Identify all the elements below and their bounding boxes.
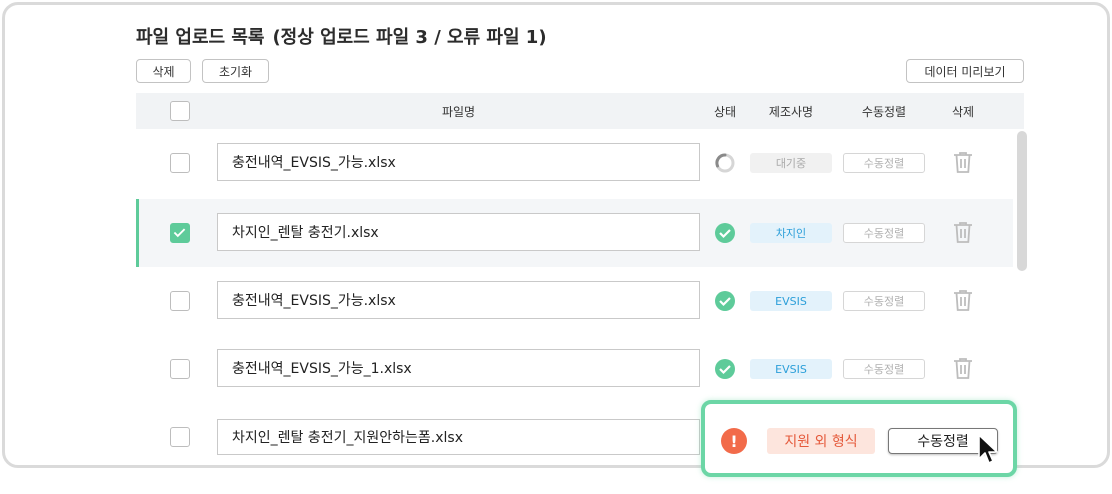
col-filename: 파일명 (441, 104, 476, 119)
manual-sort-button[interactable]: 수동정렬 (843, 153, 925, 173)
trash-icon[interactable] (952, 356, 974, 380)
col-delete: 삭제 (951, 104, 975, 119)
maker-tag: EVSIS (750, 291, 832, 311)
row-checkbox[interactable] (170, 153, 190, 173)
upload-panel: 파일 업로드 목록 (정상 업로드 파일 3 / 오류 파일 1) 삭제 초기화 … (2, 2, 1110, 468)
page-title: 파일 업로드 목록 (정상 업로드 파일 3 / 오류 파일 1) (136, 23, 547, 49)
data-preview-button[interactable]: 데이터 미리보기 (906, 59, 1024, 83)
select-all-checkbox[interactable] (170, 101, 190, 121)
table-row-selected: 차지인_렌탈 충전기.xlsx 차지인 수동정렬 (136, 199, 1013, 267)
warning-icon: ! (721, 428, 747, 454)
error-callout: ! 지원 외 형식 수동정렬 (701, 400, 1017, 477)
manual-sort-button[interactable]: 수동정렬 (843, 359, 925, 379)
col-maker: 제조사명 (768, 104, 814, 119)
upload-summary: (정상 업로드 파일 3 / 오류 파일 1) (272, 27, 547, 48)
check-circle-icon (715, 291, 735, 311)
loading-spinner-icon (715, 153, 735, 173)
table-row: 충전내역_EVSIS_가능.xlsx EVSIS 수동정렬 (136, 267, 1013, 335)
filename-field[interactable]: 충전내역_EVSIS_가능_1.xlsx (217, 349, 700, 387)
maker-tag: EVSIS (750, 359, 832, 379)
mouse-cursor-icon (978, 434, 998, 464)
maker-tag: 차지인 (750, 223, 832, 243)
manual-sort-button[interactable]: 수동정렬 (843, 223, 925, 243)
filename-field[interactable]: 차지인_렌탈 충전기_지원안하는폼.xlsx (217, 419, 700, 455)
table-row: 충전내역_EVSIS_가능_1.xlsx EVSIS 수동정렬 (136, 335, 1013, 403)
check-icon (173, 228, 186, 238)
filename-field[interactable]: 충전내역_EVSIS_가능.xlsx (217, 143, 700, 181)
delete-button[interactable]: 삭제 (136, 59, 191, 83)
row-checkbox[interactable] (170, 291, 190, 311)
trash-icon[interactable] (952, 150, 974, 174)
check-circle-icon (715, 359, 735, 379)
row-checkbox-checked[interactable] (170, 223, 190, 243)
manual-sort-button[interactable]: 수동정렬 (843, 291, 925, 311)
filename-field[interactable]: 충전내역_EVSIS_가능.xlsx (217, 281, 700, 319)
table-row: 충전내역_EVSIS_가능.xlsx 대기중 수동정렬 (136, 129, 1013, 197)
unsupported-format-badge: 지원 외 형식 (767, 428, 875, 454)
row-checkbox[interactable] (170, 427, 190, 447)
table-header: 파일명 상태 제조사명 수동정렬 삭제 (136, 93, 1024, 129)
check-circle-icon (715, 223, 735, 243)
vertical-scrollbar[interactable] (1017, 131, 1027, 271)
col-status: 상태 (713, 104, 737, 119)
maker-tag: 대기중 (750, 153, 832, 173)
row-checkbox[interactable] (170, 359, 190, 379)
filename-field[interactable]: 차지인_렌탈 충전기.xlsx (217, 213, 700, 251)
title-text: 파일 업로드 목록 (136, 27, 265, 48)
col-manual-sort: 수동정렬 (861, 104, 907, 119)
trash-icon[interactable] (952, 288, 974, 312)
trash-icon[interactable] (952, 220, 974, 244)
reset-button[interactable]: 초기화 (202, 59, 269, 83)
